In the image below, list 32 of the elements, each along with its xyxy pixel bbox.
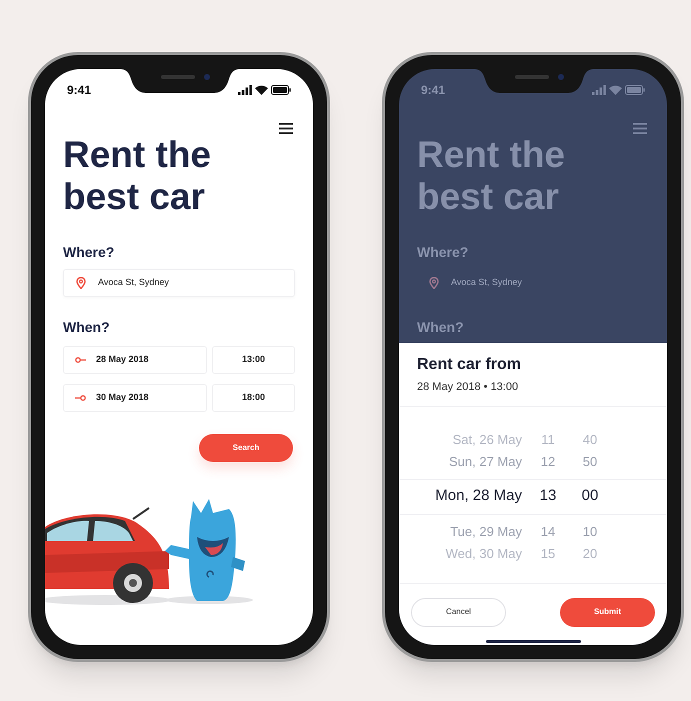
return-icon — [75, 395, 86, 401]
menu-icon — [279, 123, 293, 134]
battery-icon — [625, 85, 645, 95]
location-field[interactable]: Avoca St, Sydney — [417, 269, 649, 297]
date-field[interactable]: 30 May 2018 — [63, 384, 207, 412]
search-button[interactable]: Search — [199, 434, 293, 462]
section-label: Where? — [63, 243, 116, 262]
wifi-icon — [255, 85, 268, 95]
status-time: 9:41 — [67, 82, 92, 99]
menu-icon — [633, 123, 647, 134]
pickup-icon — [75, 357, 86, 363]
signal-icon — [592, 85, 606, 95]
status-time: 9:41 — [421, 82, 446, 99]
wifi-icon — [609, 85, 622, 95]
cancel-button[interactable]: Cancel — [411, 598, 506, 626]
sheet-subtitle: 28 May 2018 • 13:00 — [417, 380, 520, 395]
picker-row-selected[interactable]: Mon, 28 May 13 00 — [399, 478, 667, 514]
page-title: Rent the best car — [417, 134, 566, 218]
submit-button[interactable]: Submit — [560, 598, 655, 626]
page-title: Rent the best car — [63, 134, 212, 218]
time-field[interactable]: 13:00 — [212, 346, 295, 374]
location-pin-icon — [76, 277, 86, 289]
signal-icon — [238, 85, 252, 95]
section-label: Where? — [417, 243, 470, 262]
date-field[interactable]: 28 May 2018 — [63, 346, 207, 374]
location-field[interactable]: Avoca St, Sydney — [63, 269, 295, 297]
location-pin-icon — [429, 277, 439, 289]
sheet-title: Rent car from — [417, 355, 522, 375]
section-label: When? — [63, 318, 111, 337]
section-label: When? — [417, 318, 465, 337]
time-field[interactable]: 18:00 — [212, 384, 295, 412]
battery-icon — [271, 85, 291, 95]
